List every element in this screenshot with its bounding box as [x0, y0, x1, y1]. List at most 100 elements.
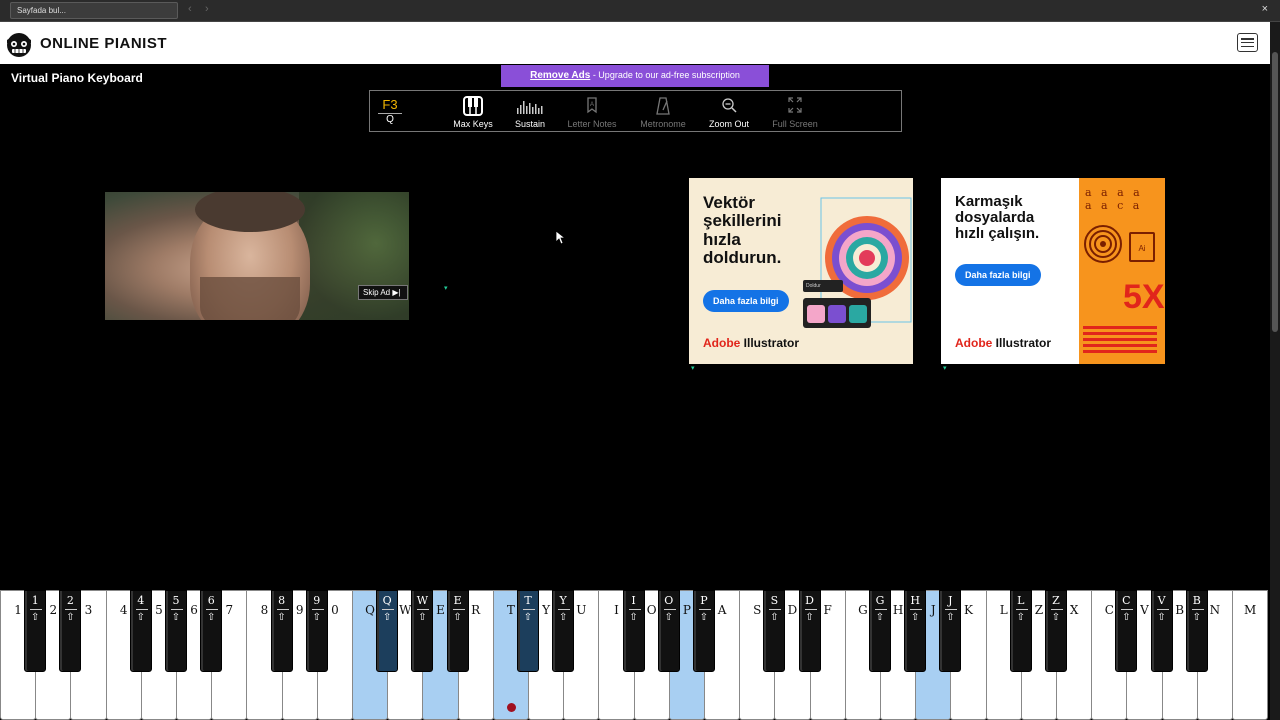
adchoices-icon[interactable]: ▾: [691, 365, 697, 372]
ad2-type-glyphs: a a a aa a c a: [1085, 186, 1143, 212]
black-key[interactable]: 1 ⇧: [24, 590, 47, 672]
ai-file-icon: Ai: [1129, 232, 1155, 262]
black-key-separator: [452, 609, 465, 610]
illustrator-ad-1[interactable]: Vektör şekillerini hızla doldurun. Doldur D…: [689, 178, 913, 364]
black-key[interactable]: V ⇧: [1150, 590, 1173, 672]
logo-text[interactable]: ONLINE PIANIST: [40, 35, 167, 52]
black-key-label: 6: [207, 594, 215, 607]
logo-icon[interactable]: [4, 29, 34, 59]
black-key-separator: [311, 609, 324, 610]
shift-icon: ⇧: [875, 612, 885, 623]
black-key-label: L: [1017, 594, 1025, 607]
black-key[interactable]: 2 ⇧: [59, 590, 82, 672]
scrollbar[interactable]: [1270, 22, 1280, 720]
piano-keyboard: 1 2 3 4 5 6 7 8 9 0 Q W E R T Y U I O P A S D F G H J K L Z X C V B N M 1 ⇧ 2 ⇧…: [0, 590, 1270, 720]
current-note-name: F3: [382, 97, 398, 112]
shift-icon: ⇧: [946, 612, 955, 623]
black-key-separator: [30, 609, 43, 610]
black-key-label: T: [524, 594, 532, 607]
black-key[interactable]: L ⇧: [1009, 590, 1032, 672]
black-key[interactable]: 6 ⇧: [200, 590, 223, 672]
black-key-label: 2: [66, 594, 74, 607]
adchoices-icon[interactable]: ▾: [943, 365, 949, 372]
black-key-separator: [417, 609, 430, 610]
black-key[interactable]: E ⇧: [446, 590, 469, 672]
black-key-separator: [1156, 609, 1169, 610]
black-key[interactable]: C ⇧: [1115, 590, 1138, 672]
shift-icon: ⇧: [558, 612, 568, 623]
black-key[interactable]: D ⇧: [798, 590, 821, 672]
full-screen-button[interactable]: Full Screen: [769, 96, 821, 129]
max-keys-button[interactable]: Max Keys: [450, 96, 496, 129]
black-key[interactable]: 5 ⇧: [165, 590, 187, 672]
ad2-5x-badge: 5X: [1123, 278, 1165, 316]
black-key[interactable]: T ⇧: [517, 590, 539, 672]
black-key[interactable]: Z ⇧: [1045, 590, 1067, 672]
ad1-headline: Vektör şekillerini hızla doldurun.: [703, 193, 782, 268]
metronome-icon: [656, 97, 670, 115]
shift-icon: ⇧: [1192, 612, 1201, 623]
adchoices-icon[interactable]: ▾: [444, 285, 450, 292]
video-ad-background: [299, 192, 409, 320]
black-key-label: 5: [172, 594, 180, 607]
black-key[interactable]: W ⇧: [411, 590, 434, 672]
max-keys-label: Max Keys: [453, 119, 493, 129]
shift-icon: ⇧: [30, 612, 40, 623]
black-key[interactable]: 4 ⇧: [129, 590, 152, 672]
zoom-out-button[interactable]: Zoom Out: [706, 96, 752, 129]
black-key[interactable]: O ⇧: [657, 590, 680, 672]
black-key-separator: [945, 609, 958, 610]
black-key[interactable]: 8 ⇧: [270, 590, 293, 672]
black-key-separator: [135, 609, 148, 610]
find-next-icon[interactable]: ›: [205, 3, 209, 15]
white-key[interactable]: M: [1232, 590, 1269, 720]
letter-notes-button[interactable]: A Letter Notes: [564, 96, 620, 129]
black-key-label: E: [453, 594, 462, 607]
white-key-label: M: [1243, 603, 1257, 617]
shift-icon: ⇧: [629, 612, 638, 623]
black-key-separator: [699, 609, 711, 610]
ad2-cta-button[interactable]: Daha fazla bilgi: [955, 264, 1041, 286]
black-key-label: Y: [559, 594, 567, 607]
black-key[interactable]: I ⇧: [622, 590, 645, 672]
shift-icon: ⇧: [770, 612, 779, 623]
remove-ads-banner: Remove Ads - Upgrade to our ad-free subs…: [501, 65, 769, 87]
middle-c-marker: [507, 703, 516, 712]
sustain-button[interactable]: Sustain: [510, 96, 550, 129]
shift-icon: ⇧: [910, 612, 920, 623]
site-header: ONLINE PIANIST: [0, 22, 1270, 64]
ad2-stripes: [1083, 326, 1157, 356]
black-key-label: D: [805, 594, 814, 607]
video-ad[interactable]: [105, 192, 409, 320]
find-prev-icon[interactable]: ‹: [188, 3, 192, 15]
black-key[interactable]: Q ⇧: [376, 590, 399, 672]
find-input[interactable]: Sayfada bul...: [10, 2, 178, 19]
metronome-button[interactable]: Metronome: [638, 96, 688, 129]
black-key-separator: [663, 609, 676, 610]
black-key-separator: [804, 609, 817, 610]
black-key[interactable]: P ⇧: [693, 590, 715, 672]
black-key[interactable]: 9 ⇧: [305, 590, 328, 672]
black-key-separator: [206, 609, 219, 610]
ad1-cta-button[interactable]: Daha fazla bilgi: [703, 290, 789, 312]
illustrator-ad-2[interactable]: Karmaşık dosyalarda hızlı çalışın. a a a a…: [941, 178, 1165, 364]
black-key[interactable]: B ⇧: [1185, 590, 1208, 672]
hamburger-icon[interactable]: [1237, 33, 1258, 52]
skip-ad-button[interactable]: Skip Ad ▶|: [358, 285, 408, 300]
page-title: Virtual Piano Keyboard: [11, 71, 143, 85]
scrollbar-thumb[interactable]: [1272, 52, 1278, 332]
black-key[interactable]: H ⇧: [904, 590, 927, 672]
black-key[interactable]: G ⇧: [869, 590, 891, 672]
black-key-label: 9: [313, 594, 321, 607]
black-key[interactable]: Y ⇧: [552, 590, 575, 672]
black-key-label: C: [1122, 594, 1131, 607]
close-icon[interactable]: ×: [1262, 3, 1268, 15]
letter-note-icon: A: [587, 97, 597, 114]
black-key-label: G: [875, 594, 885, 607]
black-key[interactable]: S ⇧: [763, 590, 786, 672]
black-key-separator: [769, 609, 782, 610]
ad2-concentric-circles: [1084, 225, 1122, 263]
shift-icon: ⇧: [312, 612, 321, 623]
black-key[interactable]: J ⇧: [939, 590, 962, 672]
remove-ads-link[interactable]: Remove Ads: [530, 70, 590, 81]
